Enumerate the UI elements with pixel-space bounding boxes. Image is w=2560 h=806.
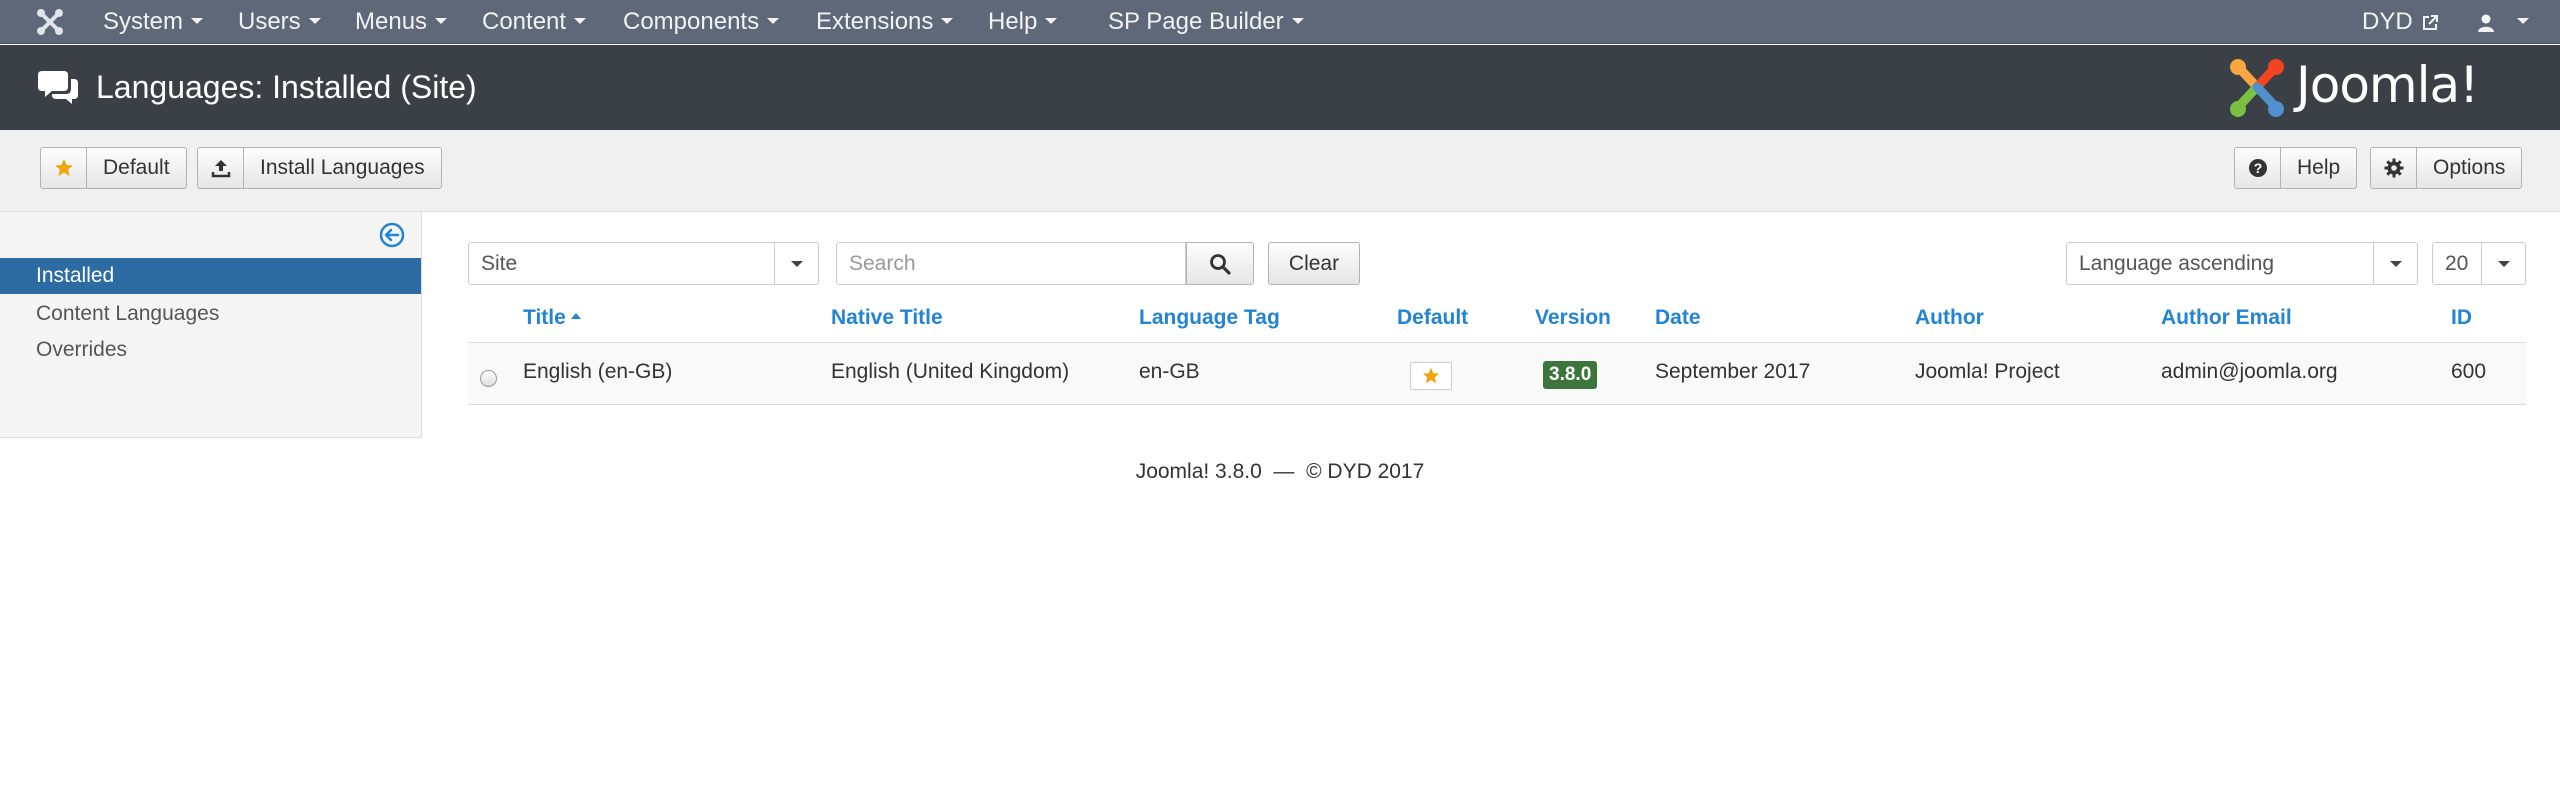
gear-icon [2371,148,2417,188]
nav-menu-extensions[interactable]: Extensions [816,0,954,44]
nav-menu-system[interactable]: System [103,0,204,44]
help-button[interactable]: ? Help [2234,147,2358,189]
row-select-radio[interactable] [480,370,497,387]
sort-ascending-icon [570,313,581,320]
sidebar-item-installed[interactable]: Installed [0,258,421,294]
default-button[interactable]: Default [40,147,187,189]
search-input[interactable] [836,242,1186,285]
column-header-author[interactable]: Author [1915,306,1984,330]
sidebar: Installed Content Languages Overrides [0,212,422,438]
options-button[interactable]: Options [2370,147,2523,189]
cell-id: 600 [2451,360,2487,383]
column-header-version[interactable]: Version [1535,306,1611,330]
sidebar-item-overrides[interactable]: Overrides [0,332,421,368]
star-icon [1422,367,1440,384]
sidebar-item-content-languages[interactable]: Content Languages [0,296,421,332]
external-link-icon [2423,14,2439,30]
search-button[interactable] [1186,242,1254,285]
clear-button[interactable]: Clear [1268,242,1360,285]
collapse-sidebar-icon[interactable] [379,222,405,248]
chevron-down-icon [941,18,954,25]
nav-menu-menus[interactable]: Menus [355,0,448,44]
page-header: Languages: Installed (Site) Joomla! [0,45,2560,130]
upload-icon [198,148,244,188]
cell-language-tag: en-GB [1139,360,1200,383]
chevron-down-icon [2481,243,2525,284]
nav-menu-sp-page-builder[interactable]: SP Page Builder [1108,0,1304,44]
cell-author-email: admin@joomla.org [2161,360,2338,383]
top-navbar: System Users Menus Content Components Ex… [0,0,2560,44]
chevron-down-icon [574,18,587,25]
footer-copyright: Joomla! 3.8.0 — © DYD 2017 [1135,460,1425,483]
column-header-author-email[interactable]: Author Email [2161,306,2292,330]
site-preview-link[interactable]: DYD [2362,0,2439,44]
user-menu[interactable] [2476,0,2529,44]
ordering-select[interactable]: Language ascending [2066,242,2418,285]
comments-icon [38,71,78,104]
default-star-button[interactable] [1410,362,1452,390]
nav-menu-users[interactable]: Users [238,0,321,44]
column-header-date[interactable]: Date [1655,306,1701,330]
column-header-default[interactable]: Default [1397,306,1468,330]
column-header-language-tag[interactable]: Language Tag [1139,306,1280,330]
cell-author: Joomla! Project [1915,360,2060,383]
chevron-down-icon [774,243,818,284]
chevron-down-icon [1045,18,1058,25]
chevron-down-icon [1291,18,1304,25]
joomla-logo [2230,59,2284,117]
joomla-wordmark: Joomla! [2296,56,2479,114]
cell-title: English (en-GB) [523,360,673,383]
chevron-down-icon [2373,243,2417,284]
toolbar: Default Install Languages ? Help Options [0,130,2560,212]
nav-menu-components[interactable]: Components [623,0,780,44]
column-header-id[interactable]: ID [2451,306,2472,330]
column-header-native-title[interactable]: Native Title [831,306,943,330]
list-limit-select[interactable]: 20 [2432,242,2526,285]
question-circle-icon: ? [2235,148,2281,188]
version-badge: 3.8.0 [1543,361,1598,389]
column-header-title[interactable]: Title [523,306,581,330]
install-languages-button[interactable]: Install Languages [197,147,442,189]
star-icon [41,148,87,188]
nav-menu-help[interactable]: Help [988,0,1058,44]
search-icon [1210,253,1231,275]
joomla-menu-icon[interactable] [34,6,66,38]
chevron-down-icon [191,18,204,25]
nav-menu-content[interactable]: Content [482,0,587,44]
chevron-down-icon [2516,18,2529,25]
client-select[interactable]: Site [468,242,819,285]
cell-native-title: English (United Kingdom) [831,360,1070,383]
chevron-down-icon [767,18,780,25]
page-title: Languages: Installed (Site) [96,69,477,105]
chevron-down-icon [435,18,448,25]
svg-text:?: ? [2253,160,2262,176]
cell-date: September 2017 [1655,360,1811,383]
chevron-down-icon [308,18,321,25]
user-icon [2478,14,2494,32]
